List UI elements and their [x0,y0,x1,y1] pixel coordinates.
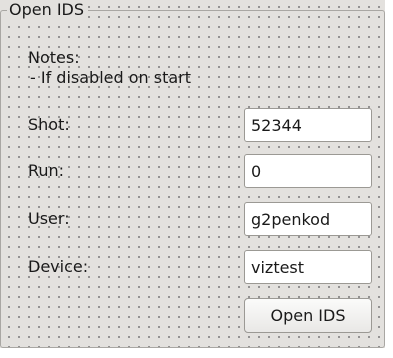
form-canvas: Open IDS Notes: - If disabled on start S… [0,0,385,348]
run-input[interactable] [244,154,372,188]
device-label: Device: [28,257,89,276]
group-box-title: Open IDS [7,0,89,20]
device-input[interactable] [244,250,372,284]
notes-line: - If disabled on start [30,68,192,87]
open-ids-button[interactable]: Open IDS [244,298,372,333]
user-label: User: [28,209,70,228]
open-ids-group-box: Open IDS Notes: - If disabled on start S… [0,0,385,348]
user-input[interactable] [244,202,372,236]
notes-title: Notes: [28,48,80,67]
shot-label: Shot: [28,115,70,134]
run-label: Run: [28,161,65,180]
shot-input[interactable] [244,108,372,142]
notes-label: Notes: - If disabled on start [26,48,234,88]
